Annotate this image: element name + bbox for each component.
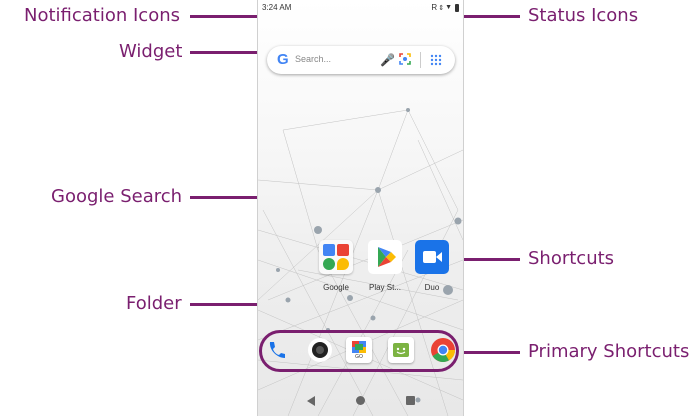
roaming-indicator: R [431,3,438,12]
google-lens-icon[interactable] [399,53,411,65]
app-label-google: Google [323,283,349,292]
apps-grid-icon[interactable] [430,54,442,66]
status-bar: 3:24 AM R ⇕ ▼ [258,0,463,18]
callout-google-search: Google Search [51,186,183,207]
search-input[interactable]: Search... [295,54,331,64]
google-g-logo: G [277,51,289,68]
youtube-mini-icon [337,244,349,256]
status-time: 3:24 AM [262,3,292,12]
battery-icon [455,3,459,12]
status-icons-group: R ⇕ ▼ [431,3,459,12]
callout-primary-shortcuts: Primary Shortcuts [528,341,689,362]
callout-notification-icons: Notification Icons [24,5,181,26]
callout-shortcuts: Shortcuts [528,248,615,269]
callout-line-google-search [190,196,257,199]
app-label-duo: Duo [424,283,440,292]
assistant-mini-icon [323,258,335,270]
app-label-play-store: Play St... [368,283,401,292]
callout-line-status-icons [457,15,520,18]
nav-back-button[interactable] [307,396,315,406]
nav-home-button[interactable] [356,396,365,405]
callout-line-primary-shortcuts [459,351,520,354]
play-store-icon[interactable] [368,240,402,274]
callout-status-icons: Status Icons [528,5,639,26]
google-folder[interactable] [319,240,353,274]
data-arrows-icon: ⇕ [438,4,445,12]
wifi-icon: ▼ [445,4,452,11]
maps-mini-icon [337,258,349,270]
callout-widget: Widget [119,41,183,62]
google-mini-icon [323,244,335,256]
google-search-widget[interactable]: G Search... 🎤 [267,46,455,74]
widget-separator [420,52,421,68]
microphone-icon[interactable]: 🎤 [380,53,395,67]
duo-icon[interactable] [415,240,449,274]
nav-recents-button[interactable] [406,396,415,405]
primary-shortcuts-outline [259,330,459,372]
callout-folder: Folder [126,293,182,314]
callout-line-widget [190,51,267,54]
callout-line-notification-icons [190,15,257,18]
